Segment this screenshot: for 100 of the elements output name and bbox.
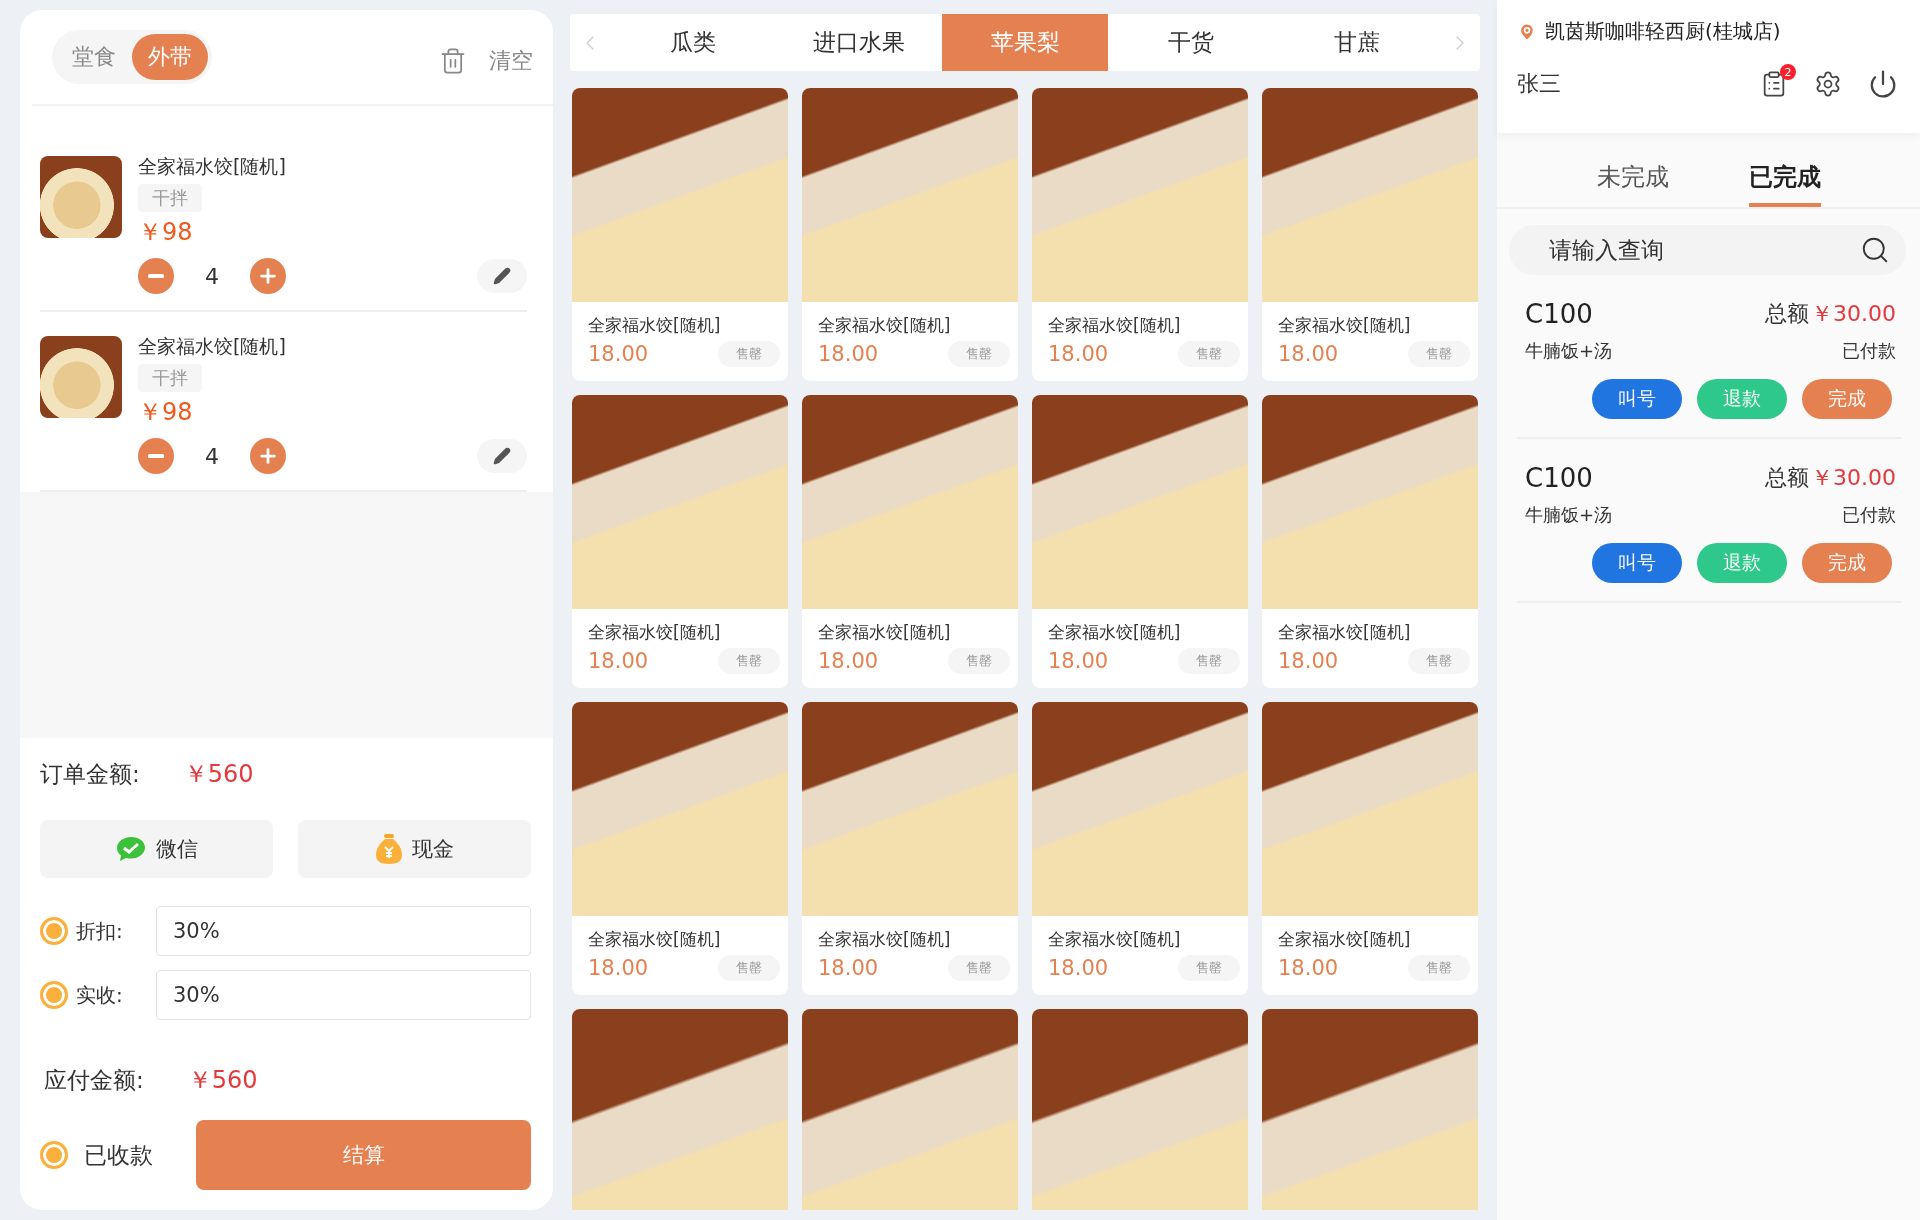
edit-button[interactable] bbox=[477, 439, 527, 473]
product-price: 18.00 bbox=[818, 956, 879, 980]
order-items: 牛腩饭+汤 bbox=[1525, 339, 1613, 363]
trash-icon bbox=[439, 47, 467, 75]
item-price: ￥98 bbox=[138, 217, 194, 248]
radio-button[interactable] bbox=[40, 981, 68, 1009]
product-price: 18.00 bbox=[1048, 342, 1109, 366]
product-card[interactable]: 全家福水饺[随机] 18.00 售罄 bbox=[1262, 702, 1478, 995]
product-card[interactable]: 全家福水饺[随机] 18.00 售罄 bbox=[802, 88, 1018, 381]
product-card[interactable]: 全家福水饺[随机] 18.00 售罄 bbox=[572, 395, 788, 688]
product-price: 18.00 bbox=[588, 649, 649, 673]
input-field[interactable]: 30% bbox=[156, 906, 531, 956]
increase-button[interactable] bbox=[250, 258, 286, 294]
product-price: 18.00 bbox=[1048, 956, 1109, 980]
product-name: 全家福水饺[随机] bbox=[1277, 621, 1412, 644]
minus-icon bbox=[148, 454, 164, 458]
sold-out-label: 售罄 bbox=[718, 341, 780, 367]
field-label: 实收: bbox=[76, 981, 124, 1009]
sold-out-label: 售罄 bbox=[948, 341, 1010, 367]
radio-button[interactable] bbox=[40, 1141, 68, 1169]
order-amount-label: 订单金额: bbox=[40, 759, 140, 789]
item-price: ￥98 bbox=[138, 397, 194, 428]
product-card[interactable]: 全家福水饺[随机] 18.00 售罄 bbox=[1032, 88, 1248, 381]
sold-out-label: 售罄 bbox=[1408, 341, 1470, 367]
product-card[interactable]: 全家福水饺[随机] 18.00 售罄 bbox=[1262, 395, 1478, 688]
store-name: 凯茵斯咖啡轻西厨(桂城店) bbox=[1545, 18, 1781, 45]
product-card[interactable]: 全家福水饺[随机] 18.00 售罄 bbox=[572, 88, 788, 381]
order-action-button[interactable]: 叫号 bbox=[1592, 543, 1682, 583]
product-price: 18.00 bbox=[1278, 956, 1339, 980]
product-name: 全家福水饺[随机] bbox=[587, 314, 722, 337]
order-status-tab[interactable]: 未完成 bbox=[1596, 161, 1669, 207]
decrease-button[interactable] bbox=[138, 258, 174, 294]
product-name: 全家福水饺[随机] bbox=[1277, 928, 1412, 951]
field-label: 折扣: bbox=[76, 917, 124, 945]
settings-button[interactable] bbox=[1814, 70, 1842, 98]
payment-button[interactable]: 微信 bbox=[40, 820, 273, 878]
product-price: 18.00 bbox=[1278, 342, 1339, 366]
sold-out-label: 售罄 bbox=[1408, 648, 1470, 674]
product-name: 全家福水饺[随机] bbox=[1047, 621, 1182, 644]
order-code: C100 bbox=[1525, 463, 1593, 493]
product-price: 18.00 bbox=[818, 649, 879, 673]
category-tab[interactable]: 干货 bbox=[1108, 14, 1274, 71]
input-field[interactable]: 30% bbox=[156, 970, 531, 1020]
item-name: 全家福水饺[随机] bbox=[138, 334, 287, 359]
received-label: 已收款 bbox=[84, 1140, 154, 1170]
order-status-tab[interactable]: 已完成 bbox=[1748, 161, 1821, 207]
product-name: 全家福水饺[随机] bbox=[817, 621, 952, 644]
product-card[interactable]: 全家福水饺[随机] 18.00 售罄 bbox=[802, 702, 1018, 995]
product-price: 18.00 bbox=[588, 956, 649, 980]
search-field[interactable]: 请输入查询 bbox=[1509, 225, 1906, 275]
order-action-button[interactable]: 叫号 bbox=[1592, 379, 1682, 419]
product-name: 全家福水饺[随机] bbox=[587, 621, 722, 644]
amount-due-label: 应付金额: bbox=[44, 1065, 144, 1095]
chat-bubble-icon bbox=[115, 836, 146, 862]
user-name: 张三 bbox=[1517, 70, 1561, 98]
product-name: 全家福水饺[随机] bbox=[1047, 928, 1182, 951]
category-tab[interactable]: 甘蔗 bbox=[1274, 14, 1440, 71]
product-card[interactable]: 全家福水饺[随机] 18.00 售罄 bbox=[802, 395, 1018, 688]
sold-out-label: 售罄 bbox=[1178, 955, 1240, 981]
product-price: 18.00 bbox=[818, 342, 879, 366]
clear-button[interactable]: 清空 bbox=[439, 38, 533, 76]
order-items: 牛腩饭+汤 bbox=[1525, 503, 1613, 527]
plus-icon bbox=[257, 445, 279, 467]
search-icon bbox=[1860, 235, 1890, 265]
payment-status: 已付款 bbox=[1842, 339, 1896, 363]
payment-status: 已付款 bbox=[1842, 503, 1896, 527]
radio-button[interactable] bbox=[40, 917, 68, 945]
sold-out-label: 售罄 bbox=[1408, 955, 1470, 981]
minus-icon bbox=[148, 274, 164, 278]
order-total: 总额￥30.00 bbox=[1765, 300, 1896, 328]
order-code: C100 bbox=[1525, 299, 1593, 329]
notification-badge: 2 bbox=[1780, 64, 1796, 80]
product-card[interactable]: 全家福水饺[随机] 18.00 售罄 bbox=[1032, 395, 1248, 688]
product-card[interactable]: 全家福水饺[随机] 18.00 售罄 bbox=[1032, 702, 1248, 995]
sold-out-label: 售罄 bbox=[718, 955, 780, 981]
decrease-button[interactable] bbox=[138, 438, 174, 474]
pencil-icon bbox=[493, 447, 511, 465]
order-amount: ￥560 bbox=[183, 759, 254, 790]
payment-button[interactable]: 现金 bbox=[298, 820, 531, 878]
item-quantity: 4 bbox=[204, 443, 220, 469]
product-price: 18.00 bbox=[1048, 649, 1109, 673]
product-price: 18.00 bbox=[588, 342, 649, 366]
sold-out-label: 售罄 bbox=[948, 648, 1010, 674]
edit-button[interactable] bbox=[477, 259, 527, 293]
power-button[interactable] bbox=[1868, 69, 1898, 99]
product-name: 全家福水饺[随机] bbox=[1277, 314, 1412, 337]
category-tab[interactable]: 进口水果 bbox=[776, 14, 942, 71]
category-tab[interactable]: 瓜类 bbox=[610, 14, 776, 71]
item-option-tag: 干拌 bbox=[138, 364, 202, 392]
product-card[interactable]: 全家福水饺[随机] 18.00 售罄 bbox=[1262, 88, 1478, 381]
product-name: 全家福水饺[随机] bbox=[817, 928, 952, 951]
product-card[interactable]: 全家福水饺[随机] 18.00 售罄 bbox=[572, 702, 788, 995]
sold-out-label: 售罄 bbox=[718, 648, 780, 674]
pencil-icon bbox=[493, 267, 511, 285]
product-name: 全家福水饺[随机] bbox=[817, 314, 952, 337]
sold-out-label: 售罄 bbox=[948, 955, 1010, 981]
sold-out-label: 售罄 bbox=[1178, 341, 1240, 367]
sold-out-label: 售罄 bbox=[1178, 648, 1240, 674]
increase-button[interactable] bbox=[250, 438, 286, 474]
money-bag-icon bbox=[375, 834, 402, 864]
